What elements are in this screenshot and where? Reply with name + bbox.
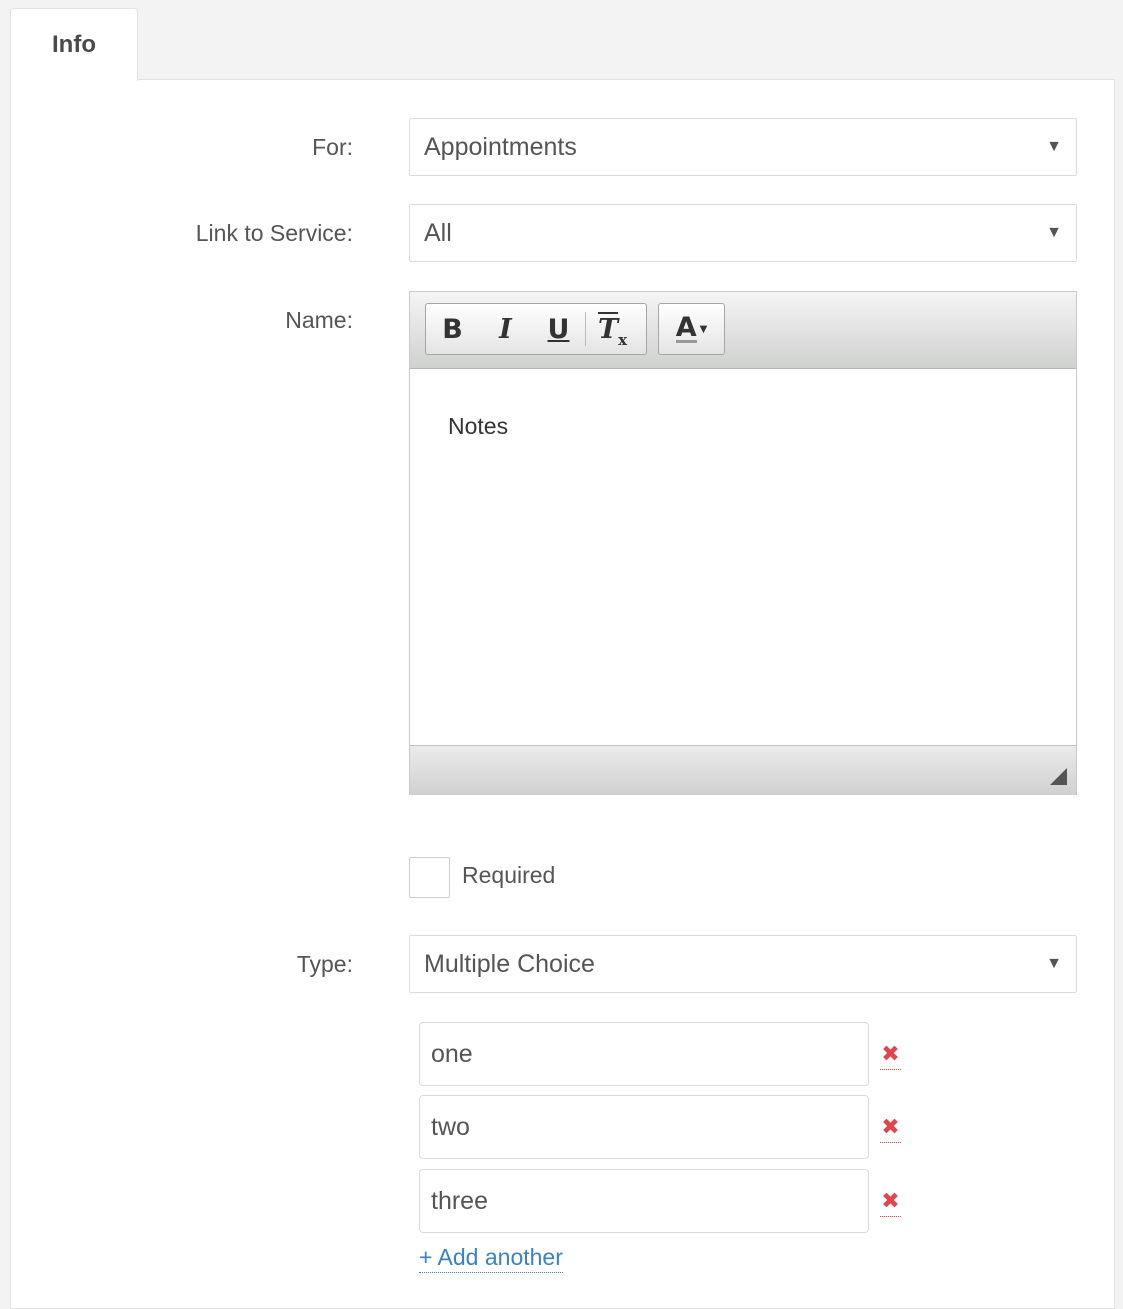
color-button-group: A ▼	[658, 303, 725, 355]
clear-format-icon: Tx	[597, 313, 628, 349]
required-label: Required	[462, 862, 556, 888]
editor-text: Notes	[448, 413, 509, 439]
remove-option-icon[interactable]: ✖	[880, 1040, 901, 1070]
name-label: Name:	[285, 307, 353, 333]
caret-down-icon: ▼	[1046, 955, 1062, 972]
editor-content[interactable]: Notes	[410, 369, 1076, 745]
rich-text-editor: B I U Tx A ▼ Notes	[409, 291, 1077, 795]
option-value: one	[431, 1039, 473, 1068]
type-select-value: Multiple Choice	[424, 949, 595, 978]
underline-button[interactable]: U	[532, 304, 585, 354]
option-value: three	[431, 1186, 488, 1215]
text-color-icon: A	[675, 311, 697, 343]
for-select[interactable]: Appointments ▼	[409, 118, 1077, 176]
editor-statusbar	[410, 745, 1076, 795]
link-service-select-value: All	[424, 218, 452, 247]
option-input[interactable]: three	[419, 1169, 869, 1233]
type-label: Type:	[296, 951, 353, 977]
remove-option-icon[interactable]: ✖	[880, 1187, 901, 1217]
caret-down-icon: ▼	[1046, 224, 1062, 241]
italic-icon: I	[499, 313, 512, 345]
format-button-group: B I U Tx	[425, 303, 647, 355]
italic-button[interactable]: I	[479, 304, 532, 354]
text-color-button[interactable]: A ▼	[659, 304, 724, 354]
bold-icon: B	[442, 313, 463, 345]
tab-info-label: Info	[52, 31, 96, 58]
resize-handle-icon[interactable]	[1050, 768, 1067, 785]
option-input[interactable]: one	[419, 1022, 869, 1086]
tab-info[interactable]: Info	[10, 8, 138, 81]
underline-icon: U	[547, 313, 570, 345]
type-select[interactable]: Multiple Choice ▼	[409, 935, 1077, 993]
option-value: two	[431, 1112, 470, 1141]
bold-button[interactable]: B	[426, 304, 479, 354]
editor-toolbar: B I U Tx A ▼	[410, 292, 1076, 369]
caret-down-icon: ▼	[1046, 138, 1062, 155]
link-service-select[interactable]: All ▼	[409, 204, 1077, 262]
add-another-link[interactable]: + Add another	[419, 1244, 563, 1273]
option-input[interactable]: two	[419, 1095, 869, 1159]
caret-down-icon: ▼	[699, 323, 708, 335]
remove-option-icon[interactable]: ✖	[880, 1113, 901, 1143]
required-checkbox[interactable]	[409, 857, 450, 898]
link-service-label: Link to Service:	[195, 220, 353, 246]
for-select-value: Appointments	[424, 132, 577, 161]
clear-format-button[interactable]: Tx	[586, 304, 639, 354]
for-label: For:	[312, 134, 353, 160]
